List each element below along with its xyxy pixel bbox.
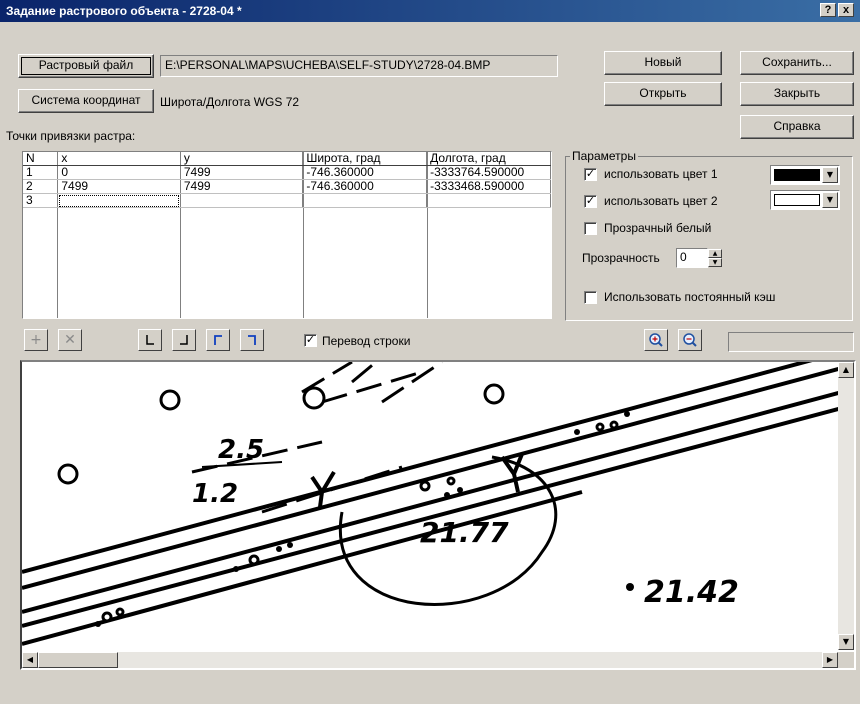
- column-header-latitude[interactable]: Широта, град: [302, 152, 428, 166]
- scroll-up-icon[interactable]: ▲: [838, 362, 854, 378]
- color2-swatch: [774, 194, 820, 206]
- points-grid[interactable]: N x y Широта, град Долгота, град 1 0 749…: [22, 151, 552, 319]
- scroll-left-icon[interactable]: ◀: [22, 652, 38, 668]
- table-row[interactable]: 1 0 7499 -746.360000 -3333764.590000: [23, 165, 551, 180]
- grid-header-row: N x y Широта, град Долгота, град: [23, 152, 551, 166]
- raster-file-path-field: E:\PERSONAL\MAPS\UCHEBA\SELF-STUDY\2728-…: [160, 55, 558, 77]
- use-color2-label: использовать цвет 2: [604, 194, 718, 208]
- cell-longitude[interactable]: -3333764.590000: [426, 165, 551, 180]
- vertical-scrollbar[interactable]: ▲ ▼: [838, 362, 854, 650]
- transparent-white-label: Прозрачный белый: [604, 221, 712, 235]
- dialog-window: Задание растрового объекта - 2728-04 * ?…: [0, 0, 860, 704]
- cell-latitude[interactable]: -746.360000: [302, 179, 428, 194]
- column-header-n[interactable]: N: [23, 152, 59, 166]
- zoom-in-button[interactable]: [644, 329, 668, 351]
- arrow-up-icon[interactable]: ▲: [708, 249, 722, 258]
- cell-longitude[interactable]: -3333468.590000: [426, 179, 551, 194]
- zoom-in-icon: [649, 333, 663, 347]
- cell-n[interactable]: 2: [23, 179, 59, 194]
- cell-latitude[interactable]: [302, 193, 428, 208]
- cell-x[interactable]: 0: [57, 165, 181, 180]
- column-header-longitude[interactable]: Долгота, град: [426, 152, 551, 166]
- horizontal-scrollbar[interactable]: ◀ ▶: [22, 652, 838, 668]
- cell-x[interactable]: [57, 193, 181, 208]
- chevron-down-icon[interactable]: ▼: [822, 192, 838, 208]
- close-button[interactable]: Закрыть: [740, 82, 854, 106]
- table-row[interactable]: 2 7499 7499 -746.360000 -3333468.590000: [23, 179, 551, 194]
- close-icon[interactable]: x: [838, 3, 854, 17]
- transparency-label: Прозрачность: [582, 251, 660, 265]
- color1-select[interactable]: ▼: [770, 165, 840, 185]
- align-bottom-left-button[interactable]: [138, 329, 162, 351]
- align-top-right-button[interactable]: [240, 329, 264, 351]
- cell-y[interactable]: 7499: [180, 165, 304, 180]
- persistent-cache-checkbox[interactable]: [584, 291, 597, 304]
- scrollbar-corner: [838, 652, 854, 668]
- line-wrap-label: Перевод строки: [322, 334, 411, 348]
- use-color1-checkbox[interactable]: ✓: [584, 167, 597, 181]
- use-color2-checkbox[interactable]: ✓: [584, 194, 597, 208]
- scroll-right-icon[interactable]: ▶: [822, 652, 838, 668]
- map-label: 21.42: [644, 575, 739, 610]
- cell-longitude[interactable]: [426, 193, 551, 208]
- cell-n[interactable]: 3: [23, 193, 59, 208]
- column-header-x[interactable]: x: [57, 152, 181, 166]
- raster-map-image: 2.5 1.2 21.77 21.42: [22, 362, 838, 646]
- use-color1-label: использовать цвет 1: [604, 167, 718, 181]
- scroll-down-icon[interactable]: ▼: [838, 634, 854, 650]
- zoom-out-icon: [683, 333, 697, 347]
- corner-top-right-icon: [248, 335, 256, 345]
- cell-x[interactable]: 7499: [57, 179, 181, 194]
- raster-preview[interactable]: 2.5 1.2 21.77 21.42 ▲ ▼ ◀ ▶: [20, 360, 856, 670]
- help-button[interactable]: Справка: [740, 115, 854, 139]
- delete-x-icon: ✕: [64, 332, 76, 348]
- color1-swatch: [774, 169, 820, 181]
- cell-y[interactable]: 7499: [180, 179, 304, 194]
- zoom-out-button[interactable]: [678, 329, 702, 351]
- delete-point-button[interactable]: ✕: [58, 329, 82, 351]
- persistent-cache-label: Использовать постоянный кэш: [604, 290, 776, 304]
- params-legend: Параметры: [572, 149, 636, 163]
- raster-file-button[interactable]: Растровый файл: [18, 54, 154, 78]
- help-icon[interactable]: ?: [820, 3, 836, 17]
- cell-y[interactable]: [180, 193, 304, 208]
- align-bottom-right-button[interactable]: [172, 329, 196, 351]
- checkmark-icon: ✓: [585, 194, 596, 207]
- new-button[interactable]: Новый: [604, 51, 722, 75]
- coord-system-value: Широта/Долгота WGS 72: [160, 95, 300, 109]
- points-label: Точки привязки растра:: [6, 129, 136, 143]
- save-button[interactable]: Сохранить...: [740, 51, 854, 75]
- corner-bottom-left-icon: [146, 335, 154, 345]
- add-point-button[interactable]: +: [24, 329, 48, 351]
- map-label: 1.2: [192, 479, 238, 509]
- plus-icon: +: [30, 332, 42, 348]
- line-wrap-checkbox[interactable]: ✓: [304, 333, 317, 347]
- map-label: 21.77: [420, 516, 509, 549]
- align-top-left-button[interactable]: [206, 329, 230, 351]
- title-bar: Задание растрового объекта - 2728-04 * ?…: [0, 0, 860, 22]
- checkmark-icon: ✓: [585, 167, 596, 180]
- transparency-stepper[interactable]: ▲ ▼: [708, 249, 722, 267]
- checkmark-icon: ✓: [305, 333, 316, 346]
- chevron-down-icon[interactable]: ▼: [822, 167, 838, 183]
- zoom-field: [728, 332, 854, 352]
- window-title: Задание растрового объекта - 2728-04 *: [6, 4, 242, 18]
- cell-n[interactable]: 1: [23, 165, 59, 180]
- arrow-down-icon[interactable]: ▼: [708, 258, 722, 267]
- table-row[interactable]: 3: [23, 193, 551, 208]
- corner-bottom-right-icon: [180, 335, 188, 345]
- transparency-input[interactable]: 0: [676, 248, 708, 268]
- color2-select[interactable]: ▼: [770, 190, 840, 210]
- cell-latitude[interactable]: -746.360000: [302, 165, 428, 180]
- map-label: 2.5: [218, 435, 264, 465]
- corner-top-left-icon: [214, 335, 222, 345]
- transparent-white-checkbox[interactable]: [584, 222, 597, 235]
- open-button[interactable]: Открыть: [604, 82, 722, 106]
- column-header-y[interactable]: y: [180, 152, 304, 166]
- horizontal-scroll-thumb[interactable]: [38, 652, 118, 668]
- coord-system-button[interactable]: Система координат: [18, 89, 154, 113]
